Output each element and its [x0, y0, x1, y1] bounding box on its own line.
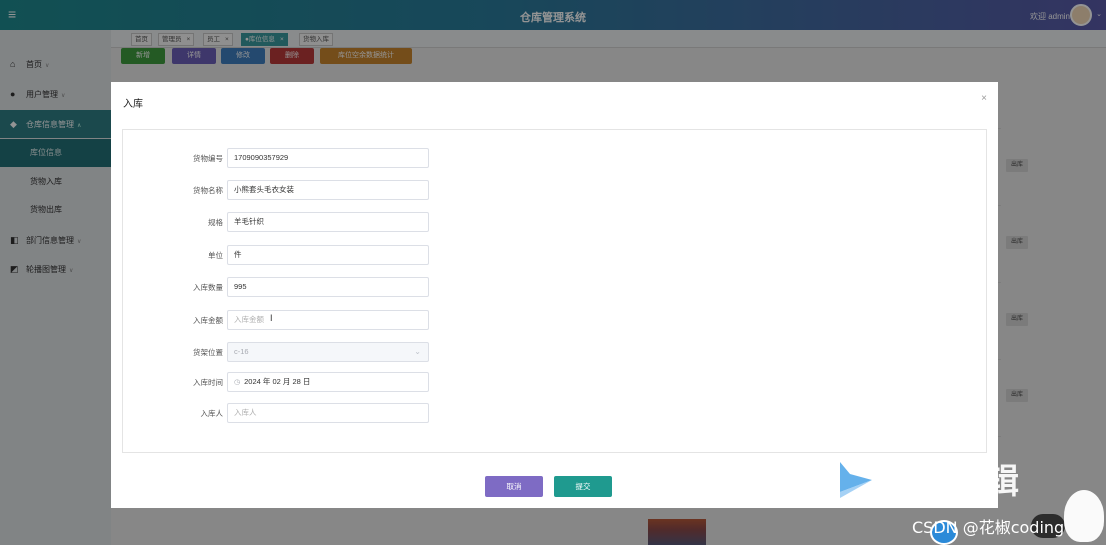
video-editor-logo-icon: [840, 462, 872, 498]
cancel-button[interactable]: 取消: [485, 476, 543, 497]
date-value: 2024 年 02 月 28 日: [244, 377, 311, 386]
stock-in-date-label: 入库时间: [193, 378, 223, 387]
watermark-text: 辑: [985, 462, 1019, 502]
stock-in-form: 货物编号 1709090357929 货物名称 小熊套头毛衣女装 规格 羊毛针织…: [122, 129, 987, 453]
spec-label: 规格: [208, 218, 223, 227]
unit-label: 单位: [208, 251, 223, 260]
quantity-label: 入库数量: [193, 283, 223, 292]
goods-name-input[interactable]: 小熊套头毛衣女装: [227, 180, 429, 200]
operator-label: 入库人: [200, 409, 224, 418]
goods-code-label: 货物编号: [193, 154, 223, 163]
dialog-title: 入库: [123, 99, 143, 110]
close-icon[interactable]: ×: [981, 93, 987, 104]
unit-input[interactable]: 件: [227, 245, 429, 265]
shelf-location-label: 货架位置: [193, 348, 223, 357]
clock-icon: ◷: [234, 379, 241, 386]
spec-input[interactable]: 羊毛针织: [227, 212, 429, 232]
submit-button[interactable]: 提交: [554, 476, 612, 497]
shelf-location-select[interactable]: c-16 ⌄: [227, 342, 429, 362]
mascot-icon: [1064, 490, 1104, 542]
goods-code-input[interactable]: 1709090357929: [227, 148, 429, 168]
stock-in-date-picker[interactable]: ◷ 2024 年 02 月 28 日: [227, 372, 429, 392]
goods-name-label: 货物名称: [193, 186, 223, 195]
select-value: c-16: [234, 347, 249, 356]
text-cursor-icon: I: [270, 313, 273, 323]
operator-input[interactable]: 入库人: [227, 403, 429, 423]
amount-label: 入库金额: [193, 316, 223, 325]
chevron-down-icon: ⌄: [414, 347, 421, 356]
quantity-input[interactable]: 995: [227, 277, 429, 297]
csdn-watermark: CSDN @花椒coding: [912, 518, 1065, 537]
amount-input[interactable]: 入库金额: [227, 310, 429, 330]
stock-in-dialog: 入库 × 货物编号 1709090357929 货物名称 小熊套头毛衣女装 规格…: [111, 82, 998, 508]
